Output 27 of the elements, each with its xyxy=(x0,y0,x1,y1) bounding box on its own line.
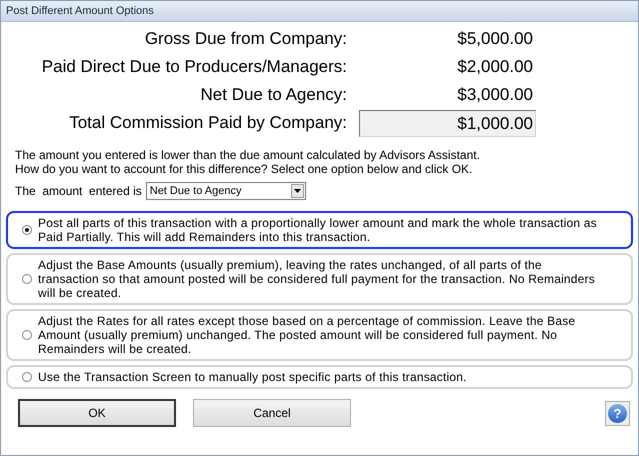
summary-value: $3,000.00 xyxy=(456,84,534,106)
option-text: Adjust the Rates for all rates except those based on a percentage of commission. Leave the Base Amount (usually premium) unchanged. The posted amount will be considered full payment. No Remainders will be created. xyxy=(38,314,576,356)
option-panel[interactable]: Use the Transaction Screen to manually post specific parts of this transaction. xyxy=(6,365,633,389)
dialog-button[interactable]: Cancel xyxy=(193,399,351,427)
summary-label: Paid Direct Due to Producers/Managers: xyxy=(40,56,347,78)
radio-button[interactable] xyxy=(22,225,32,235)
summary-label: Net Due to Agency: xyxy=(200,84,347,106)
amount-label: The amount entered is xyxy=(15,183,142,200)
option-text: Adjust the Base Amounts (usually premium), leaving the rates unchanged, of all parts of the transaction so that amount posted will be considered full payment for the transaction. No Remainders will be created. xyxy=(38,258,596,300)
option-panel[interactable] xyxy=(6,309,633,361)
radio-button[interactable] xyxy=(22,330,32,340)
total-field: $1,000.00 xyxy=(359,110,536,136)
message-text: How do you want to account for this difference? Select one option below and click OK. xyxy=(15,162,474,176)
summary-label: Total Commission Paid by Company: xyxy=(68,112,347,134)
summary-value: $2,000.00 xyxy=(456,56,534,78)
message-text: The amount you entered is lower than the due amount calculated by Advisors Assistant. xyxy=(15,148,481,162)
amount-dropdown[interactable]: Net Due to Agency xyxy=(146,182,306,200)
option-text: Use the Transaction Screen to manually post specific parts of this transaction. xyxy=(38,370,467,384)
dialog-button[interactable]: OK xyxy=(18,399,176,427)
radio-button[interactable] xyxy=(22,274,32,284)
summary-label: Gross Due from Company: xyxy=(144,28,347,50)
summary-value: $5,000.00 xyxy=(456,28,534,50)
option-panel[interactable] xyxy=(6,253,633,305)
window-title: Post Different Amount Options xyxy=(6,4,154,19)
option-text: Post all parts of this transaction with a proportionally lower amount and mark the whole transaction as Paid Partially. This will add Remainders into this transaction. xyxy=(38,216,598,244)
option-panel[interactable]: Post all parts of this transaction with a proportionally lower amount and mark the whole transaction as Paid Partially. This will add Remainders into this transaction. xyxy=(6,211,633,249)
radio-button[interactable] xyxy=(22,372,32,382)
